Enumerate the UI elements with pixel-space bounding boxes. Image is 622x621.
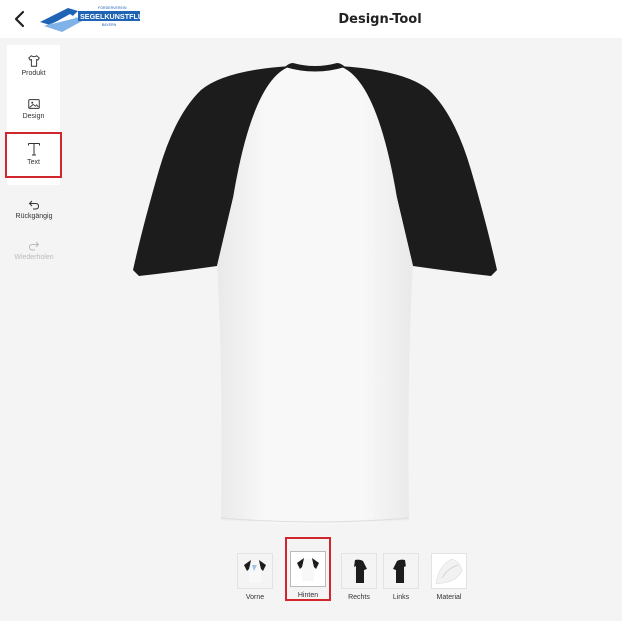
tool-text[interactable]: Text xyxy=(5,132,62,178)
redo-label: Wiederholen xyxy=(14,254,54,261)
page-title: Design-Tool xyxy=(338,12,422,27)
redo-icon xyxy=(28,241,40,251)
text-icon xyxy=(27,143,40,156)
tshirt-right-thumb-icon xyxy=(354,559,367,583)
undo-label: Rückgängig xyxy=(15,213,53,220)
tool-produkt[interactable]: Produkt xyxy=(7,54,60,77)
view-material-label: Material xyxy=(436,594,462,601)
view-vorne-thumb xyxy=(237,553,273,589)
logo-subtext: FÖRDERVEREIN xyxy=(98,6,127,10)
tshirt-icon xyxy=(27,55,40,67)
tool-design[interactable]: Design xyxy=(7,97,60,120)
tool-sidebar: Produkt Design Text xyxy=(5,45,62,185)
view-material[interactable]: Material xyxy=(429,547,469,601)
fabric-swatch-icon xyxy=(435,558,463,585)
tool-text-label: Text xyxy=(27,159,40,166)
undo-icon xyxy=(28,200,40,210)
view-hinten-label: Hinten xyxy=(297,592,319,599)
view-hinten[interactable]: Hinten xyxy=(285,537,331,601)
view-rechts-label: Rechts xyxy=(348,594,370,601)
view-links[interactable]: Links xyxy=(381,547,421,601)
view-links-thumb xyxy=(383,553,419,589)
tool-design-label: Design xyxy=(22,113,45,120)
view-selector: Vorne Hinten Rechts Links Material xyxy=(235,537,475,609)
tshirt-back-thumb-icon xyxy=(297,558,319,581)
tool-produkt-label: Produkt xyxy=(21,70,46,77)
top-bar: FÖRDERVEREIN SEGELKUNSTFLUG BAYERN Desig… xyxy=(0,0,622,38)
view-rechts-thumb xyxy=(341,553,377,589)
view-rechts[interactable]: Rechts xyxy=(339,547,379,601)
tshirt-back-preview[interactable] xyxy=(115,60,515,540)
view-vorne-label: Vorne xyxy=(245,594,265,601)
view-material-thumb xyxy=(431,553,467,589)
view-links-label: Links xyxy=(392,594,410,601)
view-hinten-thumb xyxy=(290,551,326,587)
tshirt-front-thumb-icon xyxy=(244,560,266,583)
redo-button: Wiederholen xyxy=(0,240,68,261)
image-icon xyxy=(27,99,40,109)
tshirt-left-thumb-icon xyxy=(393,559,406,583)
undo-button[interactable]: Rückgängig xyxy=(0,199,68,220)
view-vorne[interactable]: Vorne xyxy=(235,547,275,601)
